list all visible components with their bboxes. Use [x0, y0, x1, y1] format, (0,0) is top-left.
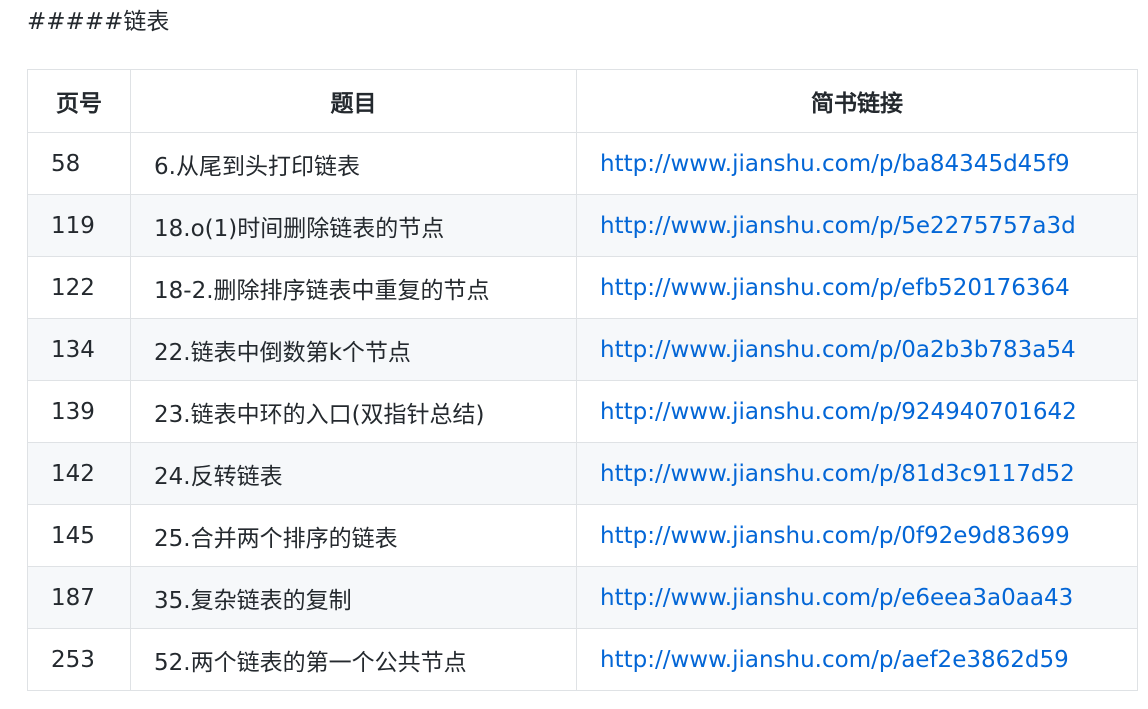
page-number-cell: 253 — [27, 628, 131, 691]
page-number-cell: 187 — [27, 566, 131, 629]
table-row: 134 22.链表中倒数第k个节点 http://www.jianshu.com/p… — [27, 318, 1138, 381]
page-number-cell: 122 — [27, 256, 131, 319]
jianshu-link[interactable]: http://www.jianshu.com/p/efb520176364 — [600, 275, 1070, 301]
title-cell: 18.o(1)时间删除链表的节点 — [130, 194, 577, 257]
link-cell: http://www.jianshu.com/p/e6eea3a0aa43 — [576, 566, 1138, 629]
link-cell: http://www.jianshu.com/p/924940701642 — [576, 380, 1138, 443]
table-header: 页号 题目 简书链接 — [27, 69, 1138, 133]
jianshu-link[interactable]: http://www.jianshu.com/p/924940701642 — [600, 399, 1077, 425]
table-row: 58 6.从尾到头打印链表 http://www.jianshu.com/p/ba8… — [27, 132, 1138, 195]
title-cell: 6.从尾到头打印链表 — [130, 132, 577, 195]
title-cell: 18-2.删除排序链表中重复的节点 — [130, 256, 577, 319]
jianshu-link[interactable]: http://www.jianshu.com/p/81d3c9117d52 — [600, 461, 1075, 487]
header-page: 页号 — [27, 69, 131, 133]
header-row: 页号 题目 简书链接 — [27, 69, 1138, 133]
table-row: 145 25.合并两个排序的链表 http://www.jianshu.com/p/… — [27, 504, 1138, 567]
page-number-cell: 142 — [27, 442, 131, 505]
table-row: 253 52.两个链表的第一个公共节点 http://www.jianshu.com… — [27, 628, 1138, 691]
page-number-cell: 139 — [27, 380, 131, 443]
link-cell: http://www.jianshu.com/p/5e2275757a3d — [576, 194, 1138, 257]
header-title: 题目 — [130, 69, 577, 133]
link-cell: http://www.jianshu.com/p/efb520176364 — [576, 256, 1138, 319]
table-row: 119 18.o(1)时间删除链表的节点 http://www.jianshu.co… — [27, 194, 1138, 257]
title-cell: 35.复杂链表的复制 — [130, 566, 577, 629]
link-cell: http://www.jianshu.com/p/ba84345d45f9 — [576, 132, 1138, 195]
table-row: 139 23.链表中环的入口(双指针总结) http://www.jianshu.c… — [27, 380, 1138, 443]
table-body: 58 6.从尾到头打印链表 http://www.jianshu.com/p/ba8… — [27, 132, 1138, 691]
link-cell: http://www.jianshu.com/p/0f92e9d83699 — [576, 504, 1138, 567]
header-link: 简书链接 — [576, 69, 1138, 133]
title-cell: 52.两个链表的第一个公共节点 — [130, 628, 577, 691]
section-heading: #####链表 — [27, 9, 170, 35]
page-number-cell: 145 — [27, 504, 131, 567]
jianshu-link[interactable]: http://www.jianshu.com/p/e6eea3a0aa43 — [600, 585, 1073, 611]
title-cell: 25.合并两个排序的链表 — [130, 504, 577, 567]
title-cell: 24.反转链表 — [130, 442, 577, 505]
jianshu-link[interactable]: http://www.jianshu.com/p/0a2b3b783a54 — [600, 337, 1076, 363]
link-cell: http://www.jianshu.com/p/81d3c9117d52 — [576, 442, 1138, 505]
link-cell: http://www.jianshu.com/p/0a2b3b783a54 — [576, 318, 1138, 381]
link-cell: http://www.jianshu.com/p/aef2e3862d59 — [576, 628, 1138, 691]
table-row: 187 35.复杂链表的复制 http://www.jianshu.com/p/e6… — [27, 566, 1138, 629]
jianshu-link[interactable]: http://www.jianshu.com/p/ba84345d45f9 — [600, 151, 1070, 177]
jianshu-link[interactable]: http://www.jianshu.com/p/0f92e9d83699 — [600, 523, 1070, 549]
table-row: 142 24.反转链表 http://www.jianshu.com/p/81d3c… — [27, 442, 1138, 505]
page-number-cell: 134 — [27, 318, 131, 381]
title-cell: 23.链表中环的入口(双指针总结) — [130, 380, 577, 443]
page-number-cell: 119 — [27, 194, 131, 257]
page-number-cell: 58 — [27, 132, 131, 195]
jianshu-link[interactable]: http://www.jianshu.com/p/aef2e3862d59 — [600, 647, 1069, 673]
title-cell: 22.链表中倒数第k个节点 — [130, 318, 577, 381]
links-table: 页号 题目 简书链接 58 6.从尾到头打印链表 http://www.jiansh… — [27, 69, 1138, 691]
jianshu-link[interactable]: http://www.jianshu.com/p/5e2275757a3d — [600, 213, 1076, 239]
table-row: 122 18-2.删除排序链表中重复的节点 http://www.jianshu.c… — [27, 256, 1138, 319]
